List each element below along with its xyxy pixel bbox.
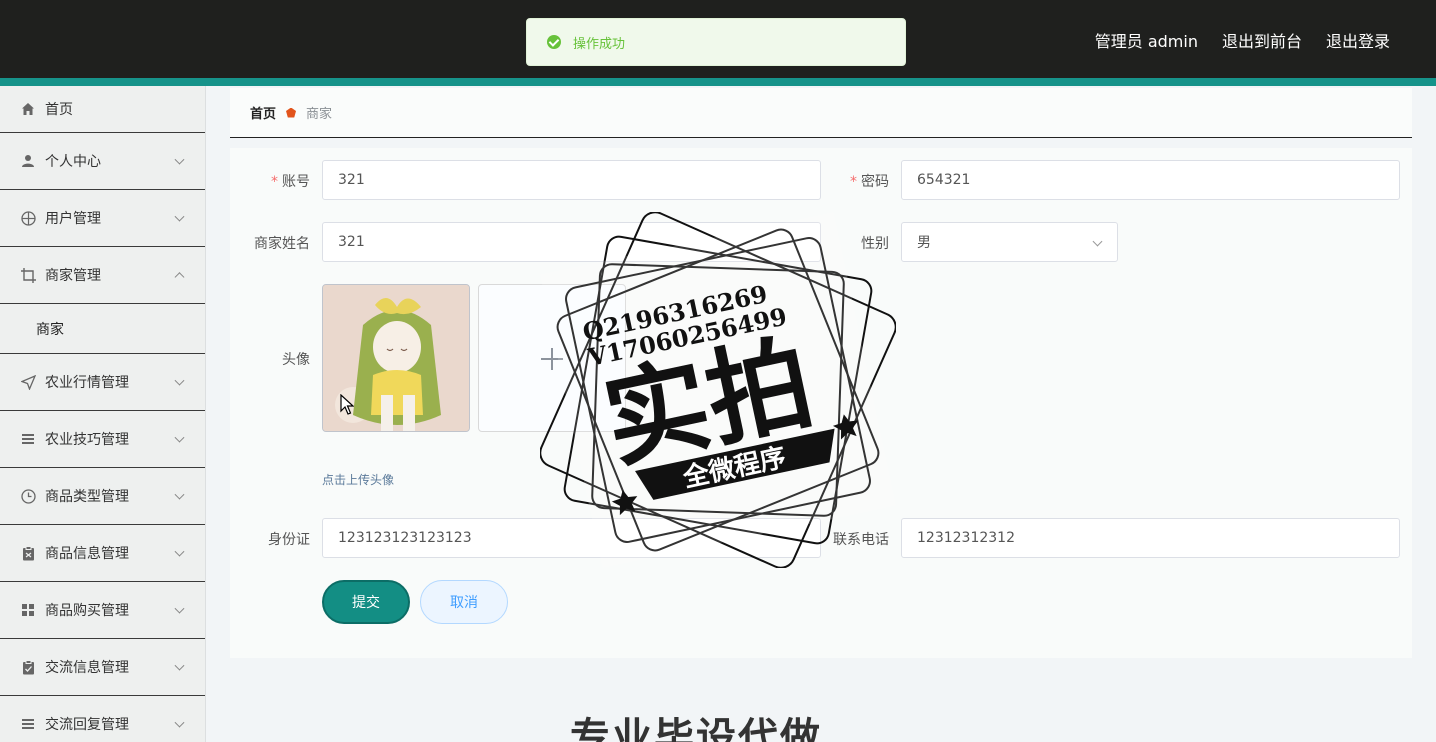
clipboard-icon	[20, 545, 36, 561]
sidebar-item-label: 交流回复管理	[45, 717, 129, 733]
chevron-down-icon	[174, 603, 185, 614]
gender-selected-value: 男	[917, 235, 931, 251]
submit-button[interactable]: 提交	[322, 580, 410, 624]
logout-link[interactable]: 退出登录	[1326, 28, 1390, 52]
id-card-label: 身份证	[268, 532, 310, 548]
chevron-down-icon	[174, 546, 185, 557]
sidebar-item-market-info[interactable]: 农业行情管理	[0, 354, 205, 411]
breadcrumb-separator-icon	[286, 107, 297, 118]
sidebar-item-label: 商品购买管理	[45, 603, 129, 619]
chevron-down-icon	[174, 717, 185, 728]
sidebar-item-label: 首页	[45, 102, 73, 118]
chevron-down-icon	[174, 660, 185, 671]
sidebar-item-label: 农业行情管理	[45, 375, 129, 391]
list-icon	[20, 431, 36, 447]
sidebar-item-home[interactable]: 首页	[0, 86, 205, 133]
merchant-name-label: 商家姓名	[254, 236, 310, 252]
sidebar-item-discussions[interactable]: 交流信息管理	[0, 639, 205, 696]
account-label: * 账号	[271, 174, 310, 190]
success-check-icon	[547, 35, 561, 49]
cancel-button[interactable]: 取消	[420, 580, 508, 624]
sidebar-item-purchases[interactable]: 商品购买管理	[0, 582, 205, 639]
sidebar-item-label: 个人中心	[45, 154, 101, 170]
sidebar-item-label: 商家管理	[45, 268, 101, 284]
sidebar-item-label: 农业技巧管理	[45, 432, 129, 448]
account-input[interactable]: 321	[322, 160, 821, 200]
sidebar-item-merchants[interactable]: 商家管理	[0, 247, 205, 304]
gender-select[interactable]: 男	[901, 222, 1118, 262]
breadcrumb-home[interactable]: 首页	[250, 103, 276, 122]
phone-input[interactable]: 12312312312	[901, 518, 1400, 558]
home-icon	[20, 101, 36, 117]
bottom-banner-text: 专业毕设代做	[570, 715, 822, 742]
circle-grid-icon	[20, 210, 36, 226]
sidebar-item-label: 用户管理	[45, 211, 101, 227]
header-actions: 管理员 admin 退出到前台 退出登录	[1095, 28, 1390, 52]
sidebar-item-product-info[interactable]: 商品信息管理	[0, 525, 205, 582]
header-accent-stripe	[0, 78, 1436, 86]
sidebar-item-product-types[interactable]: 商品类型管理	[0, 468, 205, 525]
password-label: * 密码	[850, 174, 889, 190]
sidebar-item-profile[interactable]: 个人中心	[0, 133, 205, 190]
chevron-down-icon	[174, 154, 185, 165]
upload-tip: 点击上传头像	[322, 473, 395, 487]
chevron-down-icon	[1092, 236, 1103, 247]
clock-icon	[20, 488, 36, 504]
user-icon	[20, 153, 36, 169]
back-to-front-link[interactable]: 退出到前台	[1222, 28, 1302, 52]
crop-icon	[20, 267, 36, 283]
list-icon	[20, 716, 36, 732]
sidebar-subitem-merchant[interactable]: 商家	[0, 304, 205, 354]
sidebar-item-label: 交流信息管理	[45, 660, 129, 676]
breadcrumb: 首页 商家	[230, 88, 1412, 138]
sidebar-item-replies[interactable]: 交流回复管理	[0, 696, 205, 742]
grid-icon	[20, 602, 36, 618]
chevron-down-icon	[174, 432, 185, 443]
chevron-up-icon	[174, 272, 185, 283]
breadcrumb-current: 商家	[306, 107, 333, 122]
chevron-down-icon	[174, 211, 185, 222]
clipboard-check-icon	[20, 659, 36, 675]
admin-label: 管理员 admin	[1094, 32, 1198, 51]
toast-message: 操作成功	[573, 36, 626, 52]
sidebar-item-users[interactable]: 用户管理	[0, 190, 205, 247]
chevron-down-icon	[174, 375, 185, 386]
avatar-label: 头像	[282, 352, 310, 368]
password-input[interactable]: 654321	[901, 160, 1400, 200]
send-icon	[20, 374, 36, 390]
mouse-cursor-icon	[340, 393, 355, 420]
sidebar-item-label: 商品信息管理	[45, 546, 129, 562]
sidebar-item-farming-tips[interactable]: 农业技巧管理	[0, 411, 205, 468]
sidebar-item-label: 商品类型管理	[45, 489, 129, 505]
watermark-stamp: Q2196316269 V17060256499 实拍 全微程序	[539, 211, 897, 569]
chevron-down-icon	[174, 489, 185, 500]
sidebar-menu: 首页 个人中心 用户管理 商家管理 商家 农业行情管理 农业技巧管理 商品类型管…	[0, 86, 206, 742]
success-toast: 操作成功	[526, 18, 906, 66]
